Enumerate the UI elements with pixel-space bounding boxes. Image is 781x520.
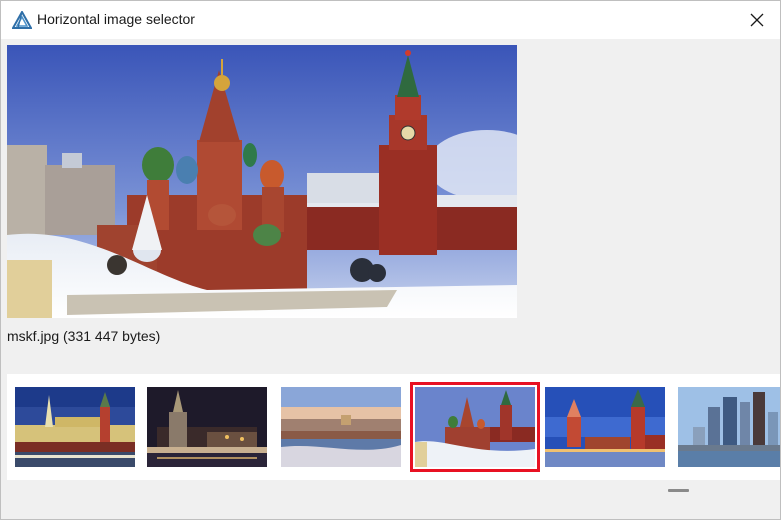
- window-title: Horizontal image selector: [37, 11, 195, 27]
- horizontal-scrollbar-thumb[interactable]: [668, 489, 689, 492]
- title-bar: Horizontal image selector: [1, 1, 780, 39]
- thumbnail-5[interactable]: [545, 387, 665, 467]
- preview-caption: mskf.jpg (331 447 bytes): [7, 328, 161, 344]
- close-icon: [750, 13, 764, 27]
- preview-image: [7, 45, 517, 318]
- thumbnail-3[interactable]: [281, 387, 401, 467]
- thumbnail-4[interactable]: [410, 382, 540, 472]
- thumbnail-6[interactable]: [678, 387, 780, 467]
- thumbnail-1[interactable]: [15, 387, 135, 467]
- image-selector-window: Horizontal image selector mskf.jpg (331 …: [0, 0, 781, 520]
- thumbnail-strip[interactable]: [7, 374, 780, 480]
- thumbnail-2[interactable]: [147, 387, 267, 467]
- close-button[interactable]: [734, 1, 780, 39]
- triangle-logo-icon: [12, 11, 32, 29]
